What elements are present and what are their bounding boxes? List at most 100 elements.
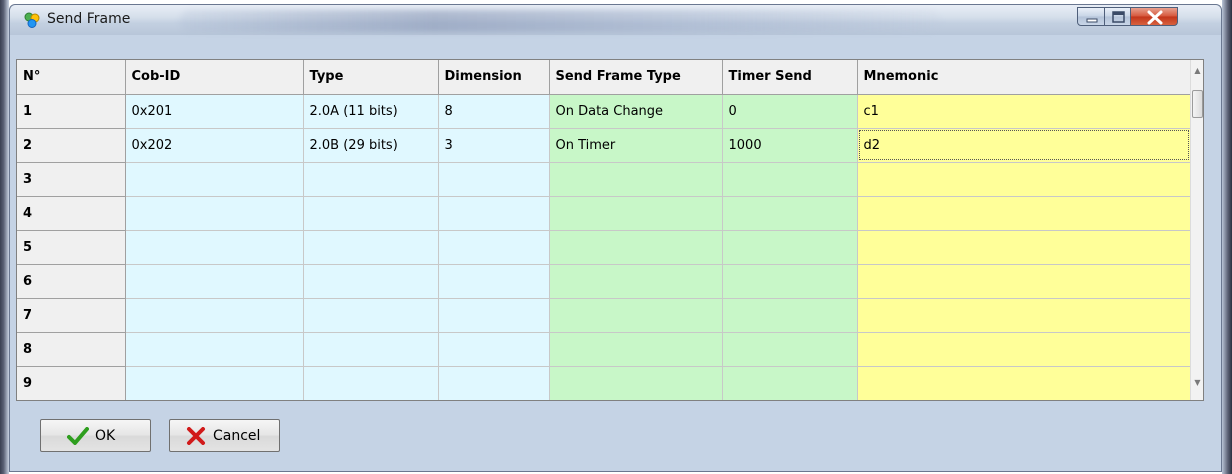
column-header-type[interactable]: Type <box>303 60 439 95</box>
dimension-cell[interactable]: 3 <box>438 128 550 163</box>
table-row[interactable]: 7 <box>17 298 1192 333</box>
maximize-button[interactable] <box>1104 7 1131 26</box>
table-row[interactable]: 4 <box>17 196 1192 231</box>
send-frame-type-cell[interactable]: On Data Change <box>549 94 723 129</box>
mnemonic-cell[interactable] <box>857 298 1192 333</box>
window-title: Send Frame <box>47 11 131 27</box>
table-row[interactable]: 3 <box>17 162 1192 197</box>
cob-id-cell[interactable] <box>125 332 304 367</box>
send-frame-type-cell[interactable] <box>549 264 723 299</box>
row-number[interactable]: 2 <box>17 128 126 163</box>
scroll-down-arrow-icon[interactable]: ▼ <box>1193 378 1202 387</box>
cob-id-cell[interactable] <box>125 162 304 197</box>
ok-button-label: OK <box>95 428 116 444</box>
dimension-cell[interactable]: 8 <box>438 94 550 129</box>
dimension-cell[interactable] <box>438 298 550 333</box>
row-number[interactable]: 4 <box>17 196 126 231</box>
column-header-number[interactable]: N° <box>17 60 126 95</box>
row-number[interactable]: 1 <box>17 94 126 129</box>
mnemonic-cell[interactable] <box>857 196 1192 231</box>
type-cell[interactable] <box>303 264 439 299</box>
type-cell[interactable] <box>303 196 439 231</box>
close-button[interactable] <box>1130 7 1178 26</box>
column-header-cob-id[interactable]: Cob-ID <box>125 60 304 95</box>
cancel-button[interactable]: Cancel <box>169 419 280 452</box>
table-row[interactable]: 1 0x201 2.0A (11 bits) 8 On Data Change … <box>17 94 1192 129</box>
app-icon <box>23 11 41 29</box>
column-header-send-frame-type[interactable]: Send Frame Type <box>549 60 723 95</box>
column-header-timer-send[interactable]: Timer Send <box>722 60 858 95</box>
send-frame-type-cell[interactable]: On Timer <box>549 128 723 163</box>
cob-id-cell[interactable] <box>125 230 304 265</box>
vertical-scrollbar[interactable]: ▲ ▼ <box>1190 60 1203 400</box>
dimension-cell[interactable] <box>438 196 550 231</box>
type-cell[interactable]: 2.0A (11 bits) <box>303 94 439 129</box>
type-cell[interactable] <box>303 230 439 265</box>
screen-edge-right <box>1222 0 1232 474</box>
mnemonic-cell[interactable]: d2 <box>857 128 1192 163</box>
header-row: N° Cob-ID Type Dimension Send Frame Type… <box>17 60 1192 95</box>
mnemonic-cell[interactable] <box>857 366 1192 400</box>
timer-send-cell[interactable] <box>722 196 858 231</box>
ok-button[interactable]: OK <box>40 419 151 452</box>
type-cell[interactable]: 2.0B (29 bits) <box>303 128 439 163</box>
timer-send-cell[interactable] <box>722 162 858 197</box>
title-bar[interactable]: Send Frame <box>10 5 1221 35</box>
type-cell[interactable] <box>303 366 439 400</box>
timer-send-cell[interactable] <box>722 366 858 400</box>
minimize-icon <box>1086 18 1098 23</box>
dimension-cell[interactable] <box>438 230 550 265</box>
row-number[interactable]: 9 <box>17 366 126 400</box>
scroll-up-arrow-icon[interactable]: ▲ <box>1193 66 1202 75</box>
timer-send-cell[interactable]: 0 <box>722 94 858 129</box>
mnemonic-cell[interactable] <box>857 162 1192 197</box>
checkmark-icon <box>67 427 89 449</box>
send-frame-type-cell[interactable] <box>549 196 723 231</box>
cob-id-cell[interactable]: 0x201 <box>125 94 304 129</box>
row-number[interactable]: 6 <box>17 264 126 299</box>
table-row[interactable]: 8 <box>17 332 1192 367</box>
dimension-cell[interactable] <box>438 332 550 367</box>
send-frame-type-cell[interactable] <box>549 332 723 367</box>
maximize-icon <box>1112 11 1125 23</box>
row-number[interactable]: 3 <box>17 162 126 197</box>
mnemonic-cell[interactable] <box>857 332 1192 367</box>
table-row[interactable]: 9 <box>17 366 1192 400</box>
send-frame-type-cell[interactable] <box>549 298 723 333</box>
scrollbar-thumb[interactable] <box>1192 90 1203 118</box>
mnemonic-cell[interactable] <box>857 230 1192 265</box>
dimension-cell[interactable] <box>438 264 550 299</box>
send-frame-grid[interactable]: N° Cob-ID Type Dimension Send Frame Type… <box>16 59 1204 401</box>
timer-send-cell[interactable] <box>722 230 858 265</box>
column-header-mnemonic[interactable]: Mnemonic <box>857 60 1192 95</box>
close-icon <box>1147 10 1163 25</box>
column-header-dimension[interactable]: Dimension <box>438 60 550 95</box>
table-row[interactable]: 5 <box>17 230 1192 265</box>
mnemonic-cell[interactable] <box>857 264 1192 299</box>
timer-send-cell[interactable] <box>722 264 858 299</box>
cob-id-cell[interactable]: 0x202 <box>125 128 304 163</box>
row-number[interactable]: 7 <box>17 298 126 333</box>
mnemonic-cell[interactable]: c1 <box>857 94 1192 129</box>
title-bar-glass <box>180 10 940 32</box>
dimension-cell[interactable] <box>438 366 550 400</box>
type-cell[interactable] <box>303 298 439 333</box>
timer-send-cell[interactable] <box>722 298 858 333</box>
type-cell[interactable] <box>303 332 439 367</box>
table-row[interactable]: 2 0x202 2.0B (29 bits) 3 On Timer 1000 d… <box>17 128 1192 163</box>
row-number[interactable]: 5 <box>17 230 126 265</box>
cob-id-cell[interactable] <box>125 298 304 333</box>
cob-id-cell[interactable] <box>125 264 304 299</box>
timer-send-cell[interactable] <box>722 332 858 367</box>
cob-id-cell[interactable] <box>125 366 304 400</box>
minimize-button[interactable] <box>1077 7 1105 26</box>
row-number[interactable]: 8 <box>17 332 126 367</box>
dimension-cell[interactable] <box>438 162 550 197</box>
table-row[interactable]: 6 <box>17 264 1192 299</box>
cob-id-cell[interactable] <box>125 196 304 231</box>
send-frame-type-cell[interactable] <box>549 230 723 265</box>
send-frame-type-cell[interactable] <box>549 366 723 400</box>
send-frame-type-cell[interactable] <box>549 162 723 197</box>
timer-send-cell[interactable]: 1000 <box>722 128 858 163</box>
type-cell[interactable] <box>303 162 439 197</box>
